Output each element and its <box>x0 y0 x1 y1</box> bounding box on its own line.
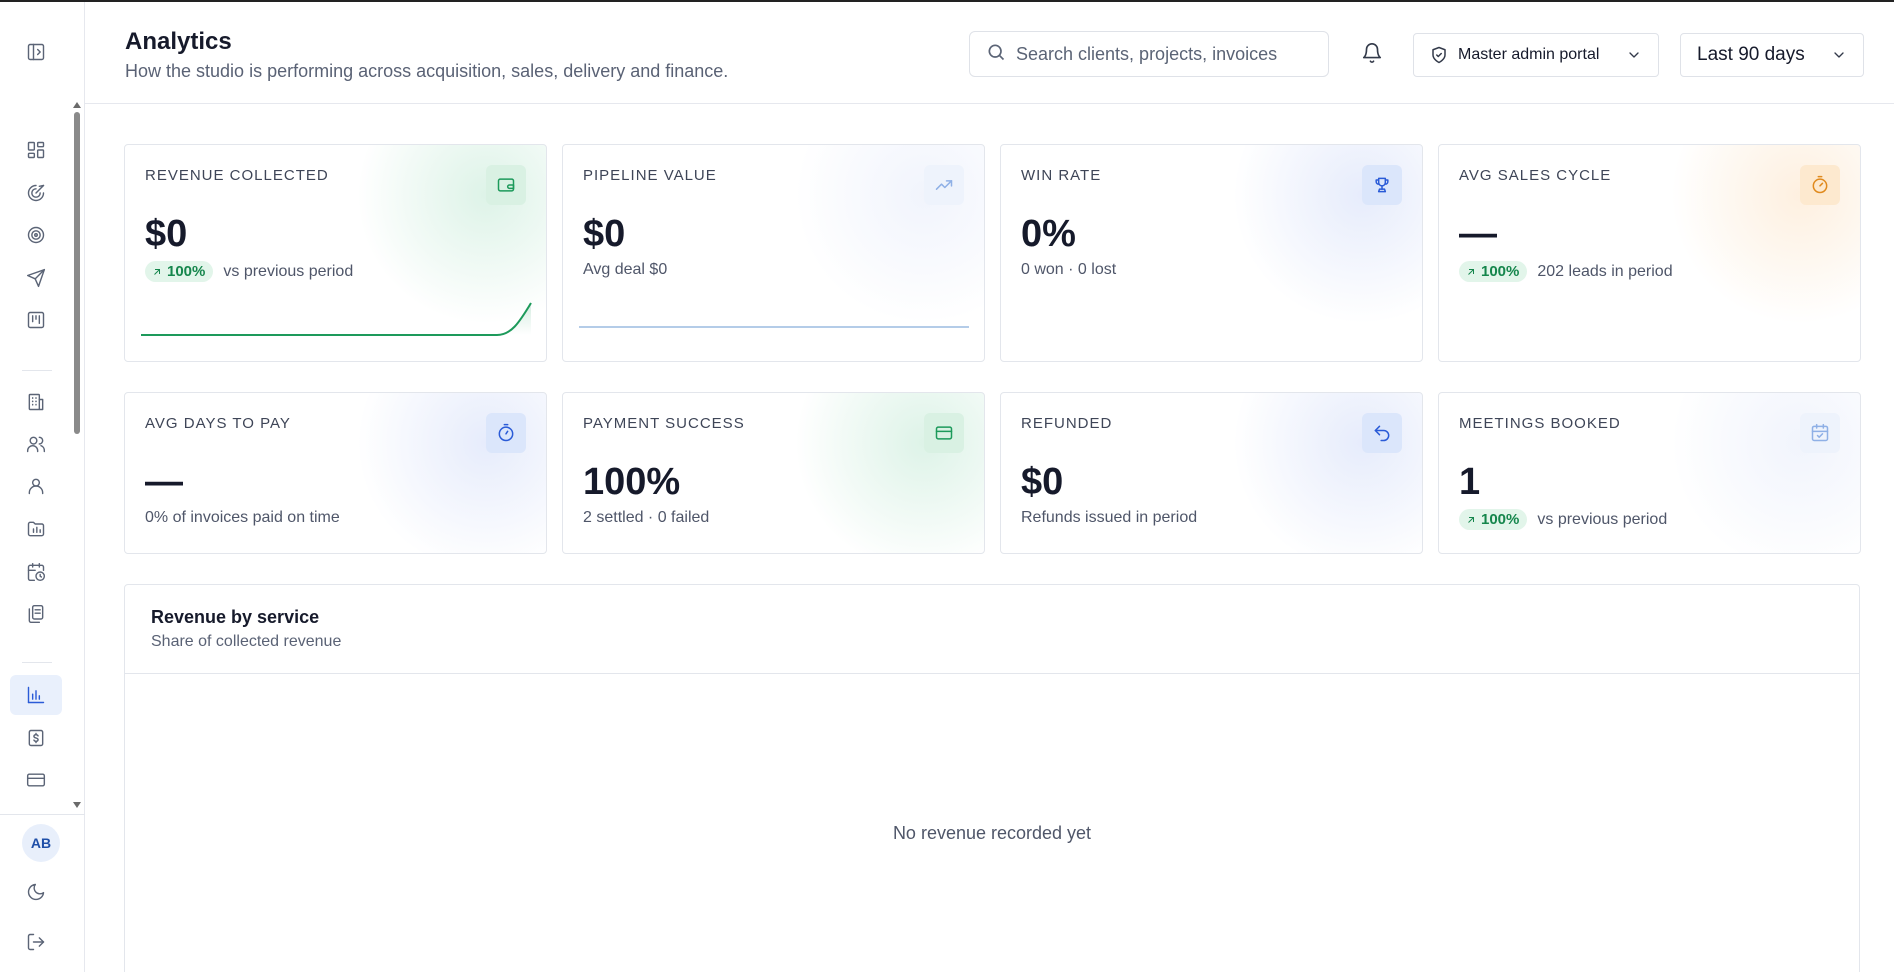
panel-title: Revenue by service <box>151 607 320 627</box>
date-range-label: Last 90 days <box>1697 44 1805 65</box>
chevron-down-icon <box>1834 52 1844 58</box>
card-delta-row: 100% vs previous period <box>1459 509 1667 530</box>
trophy-icon <box>1362 165 1402 205</box>
sidebar-item-calendar-clock-icon[interactable] <box>24 560 48 584</box>
delta-badge: 100% <box>1459 261 1528 282</box>
card-value: $0 <box>1021 461 1064 503</box>
kpi-card-win-rate: WIN RATE 0% 0 won · 0 lost <box>1000 144 1423 362</box>
card-note: Refunds issued in period <box>1021 509 1198 526</box>
kpi-card-payment-success: PAYMENT SUCCESS 100% 2 settled · 0 faile… <box>562 392 985 554</box>
card-note: vs previous period <box>1537 510 1668 528</box>
sidebar-item-send-icon[interactable] <box>24 266 48 290</box>
logout-icon[interactable] <box>24 930 48 954</box>
chevron-down-icon <box>1629 52 1639 58</box>
delta-value: 100% <box>167 263 206 280</box>
stopwatch-icon <box>486 413 526 453</box>
sidebar: AB <box>0 2 85 972</box>
kpi-card-refunded: REFUNDED $0 Refunds issued in period <box>1000 392 1423 554</box>
sidebar-item-user-icon[interactable] <box>24 474 48 498</box>
card-note: 2 settled · 0 failed <box>583 509 710 526</box>
avatar[interactable]: AB <box>22 824 60 862</box>
page-title: Analytics <box>125 28 232 55</box>
arrow-up-right-icon <box>1468 268 1474 275</box>
sidebar-item-analytics-icon[interactable] <box>24 683 48 707</box>
card-value: $0 <box>583 213 626 255</box>
sidebar-item-folder-chart-icon[interactable] <box>24 517 48 541</box>
arrow-up-right-icon <box>1468 516 1474 523</box>
timer-icon <box>1800 165 1840 205</box>
app-frame: AB Analytics How the studio is performin… <box>0 0 1894 972</box>
delta-badge: 100% <box>145 261 214 282</box>
kpi-card-days-to-pay: AVG DAYS TO PAY — 0% of invoices paid on… <box>124 392 547 554</box>
credit-card-icon <box>924 413 964 453</box>
card-value: 1 <box>1459 461 1481 503</box>
page-header: Analytics How the studio is performing a… <box>85 4 1894 104</box>
panel-subtitle: Share of collected revenue <box>151 633 342 650</box>
sidebar-item-target-icon[interactable] <box>24 223 48 247</box>
pipeline-sparkline <box>579 326 969 328</box>
sidebar-item-invoice-dollar-icon[interactable] <box>24 726 48 750</box>
notifications-bell-icon[interactable] <box>1361 42 1385 66</box>
sidebar-item-kanban-icon[interactable] <box>24 308 48 332</box>
sidebar-item-building-icon[interactable] <box>24 390 48 414</box>
kpi-card-meetings: MEETINGS BOOKED 1 100% vs previous perio… <box>1438 392 1861 554</box>
sidebar-scroll-thumb[interactable] <box>74 112 80 434</box>
sidebar-item-acquisition-icon[interactable] <box>24 181 48 205</box>
date-range-dropdown[interactable]: Last 90 days <box>1680 33 1864 77</box>
delta-value: 100% <box>1481 263 1520 280</box>
card-label: REFUNDED <box>1021 415 1113 432</box>
sidebar-footer-divider <box>0 814 85 815</box>
card-value: — <box>1459 213 1497 255</box>
scroll-down-arrow-icon[interactable] <box>73 802 81 808</box>
card-note: 0 won · 0 lost <box>1021 261 1117 278</box>
sidebar-toggle-icon[interactable] <box>24 40 48 64</box>
card-label: WIN RATE <box>1021 167 1102 184</box>
search-input[interactable] <box>1016 43 1316 65</box>
card-label: AVG SALES CYCLE <box>1459 167 1612 184</box>
delta-value: 100% <box>1481 511 1520 528</box>
portal-switcher-dropdown[interactable]: Master admin portal <box>1413 33 1659 77</box>
card-note: 0% of invoices paid on time <box>145 509 340 526</box>
card-label: PIPELINE VALUE <box>583 167 717 184</box>
card-value: $0 <box>145 213 188 255</box>
revenue-sparkline <box>141 302 532 336</box>
sidebar-divider <box>22 370 52 371</box>
sidebar-item-credit-card-icon[interactable] <box>24 768 48 792</box>
portal-switcher-label: Master admin portal <box>1458 46 1600 63</box>
card-label: MEETINGS BOOKED <box>1459 415 1621 432</box>
arrow-up-right-icon <box>154 268 160 275</box>
panel-header: Revenue by service Share of collected re… <box>125 585 1859 674</box>
sidebar-item-dashboard-icon[interactable] <box>24 138 48 162</box>
revenue-by-service-panel: Revenue by service Share of collected re… <box>124 584 1860 972</box>
sidebar-item-documents-icon[interactable] <box>24 602 48 626</box>
card-value: — <box>145 461 183 503</box>
trend-up-icon <box>924 165 964 205</box>
card-value: 100% <box>583 461 681 503</box>
empty-state-text: No revenue recorded yet <box>892 823 1092 843</box>
card-label: AVG DAYS TO PAY <box>145 415 291 432</box>
card-note: Avg deal $0 <box>583 261 668 278</box>
undo-icon <box>1362 413 1402 453</box>
kpi-card-pipeline: PIPELINE VALUE $0 Avg deal $0 <box>562 144 985 362</box>
calendar-check-icon <box>1800 413 1840 453</box>
sidebar-divider <box>22 662 52 663</box>
kpi-card-revenue: REVENUE COLLECTED $0 100% vs previous pe… <box>124 144 547 362</box>
scroll-up-arrow-icon[interactable] <box>73 102 81 108</box>
shield-check-icon <box>1432 46 1446 64</box>
search-box[interactable] <box>969 31 1329 77</box>
card-value: 0% <box>1021 213 1076 255</box>
kpi-card-sales-cycle: AVG SALES CYCLE — 100% 202 leads in peri… <box>1438 144 1861 362</box>
theme-toggle-moon-icon[interactable] <box>24 880 48 904</box>
delta-badge: 100% <box>1459 509 1528 530</box>
card-note: 202 leads in period <box>1537 262 1673 280</box>
page-subtitle: How the studio is performing across acqu… <box>125 61 729 81</box>
card-label: PAYMENT SUCCESS <box>583 415 745 432</box>
card-delta-row: 100% 202 leads in period <box>1459 261 1673 282</box>
search-icon <box>986 42 1006 67</box>
sidebar-item-users-icon[interactable] <box>24 432 48 456</box>
card-note: vs previous period <box>223 262 354 280</box>
wallet-icon <box>486 165 526 205</box>
card-label: REVENUE COLLECTED <box>145 167 329 184</box>
card-delta-row: 100% vs previous period <box>145 261 353 282</box>
